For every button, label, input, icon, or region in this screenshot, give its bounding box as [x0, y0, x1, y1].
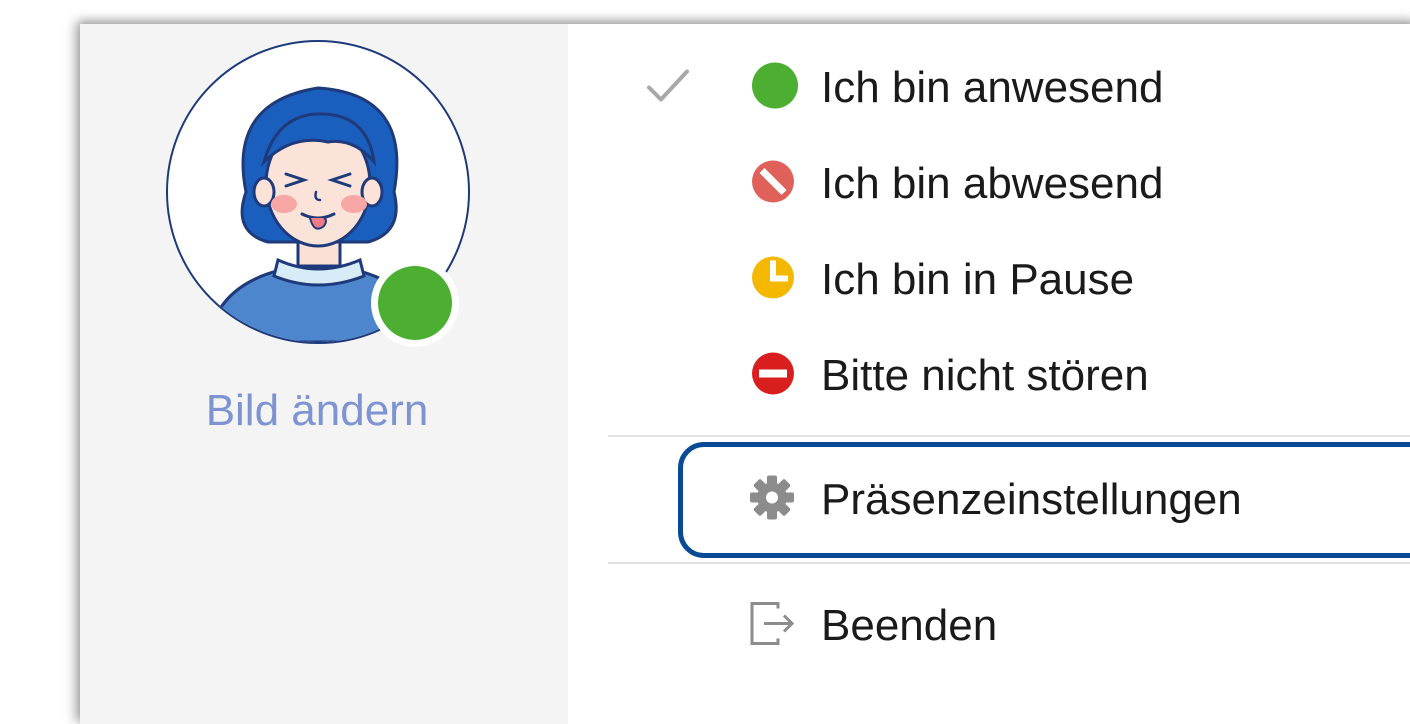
status-item-present[interactable]: Ich bin anwesend [568, 48, 1410, 128]
status-item-away[interactable]: Ich bin abwesend [568, 144, 1410, 224]
change-picture-link[interactable]: Bild ändern [80, 386, 554, 436]
status-item-do-not-disturb[interactable]: Bitte nicht stören [568, 336, 1410, 416]
menu-divider [608, 435, 1410, 437]
menu-divider [608, 562, 1410, 564]
away-blocked-icon [751, 160, 795, 209]
exit-icon [748, 599, 798, 654]
status-menu: Ich bin anwesend Ich bin abwesend Ich bi… [568, 24, 1410, 724]
profile-panel: Bild ändern [80, 24, 568, 724]
status-label-break: Ich bin in Pause [821, 255, 1135, 304]
clock-icon [751, 256, 795, 305]
gear-icon [748, 474, 796, 527]
presence-settings-item[interactable]: Präsenzeinstellungen [568, 460, 1410, 540]
avatar[interactable] [166, 40, 470, 347]
status-label-do-not-disturb: Bitte nicht stören [821, 351, 1149, 400]
status-label-present: Ich bin anwesend [821, 63, 1164, 112]
green-dot-icon [751, 62, 799, 115]
online-status-indicator [371, 259, 459, 347]
status-item-break[interactable]: Ich bin in Pause [568, 240, 1410, 320]
do-not-disturb-icon [751, 352, 795, 401]
status-label-away: Ich bin abwesend [821, 159, 1164, 208]
exit-label: Beenden [821, 601, 998, 650]
exit-item[interactable]: Beenden [568, 586, 1410, 666]
status-popup: Bild ändern Ich bin anwesend Ich bin abw… [80, 24, 1410, 724]
presence-settings-label: Präsenzeinstellungen [821, 475, 1242, 524]
checkmark-icon [646, 68, 690, 109]
